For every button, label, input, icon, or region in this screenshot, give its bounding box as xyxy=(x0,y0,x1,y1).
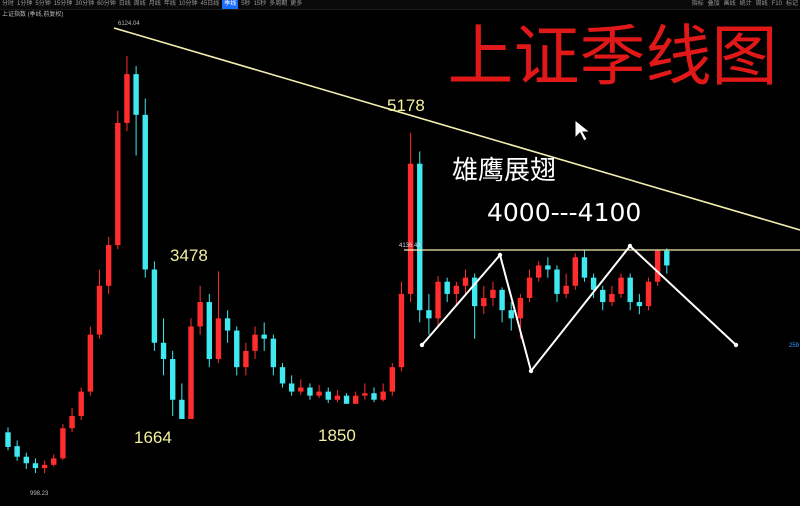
candle xyxy=(654,249,661,286)
candle xyxy=(526,269,533,303)
candle xyxy=(151,261,158,351)
candle xyxy=(545,257,551,278)
candle xyxy=(142,98,148,278)
candle xyxy=(325,387,331,403)
zigzag-point xyxy=(733,342,739,348)
candle xyxy=(334,389,341,403)
candle xyxy=(444,277,450,303)
mouse-cursor-icon xyxy=(574,118,592,142)
zigzag-point xyxy=(497,252,503,258)
candle xyxy=(69,407,75,433)
candle xyxy=(645,277,652,311)
candle xyxy=(536,261,542,282)
candle xyxy=(197,285,203,335)
candle xyxy=(5,427,11,451)
candle xyxy=(252,326,258,360)
candle xyxy=(362,383,368,400)
candle xyxy=(435,276,441,327)
candle xyxy=(343,393,350,404)
candle xyxy=(371,387,377,403)
peak-label-3478: 3478 xyxy=(170,246,208,265)
candle xyxy=(288,375,295,396)
eagle-wing-zigzag xyxy=(421,244,737,374)
zigzag-point xyxy=(528,368,534,374)
candle xyxy=(353,391,359,404)
candle xyxy=(600,285,606,311)
low-value-label: 998.23 xyxy=(30,491,49,497)
horizontal-line-label: 4136.48 xyxy=(399,243,421,249)
candle xyxy=(224,310,231,343)
candle xyxy=(636,293,643,315)
candle xyxy=(87,326,94,396)
candle xyxy=(609,285,615,307)
candle xyxy=(426,293,432,335)
candle xyxy=(14,440,20,461)
candle xyxy=(188,318,194,419)
peak-label-5178: 5178 xyxy=(387,96,425,115)
candle xyxy=(215,271,222,364)
candle xyxy=(398,281,405,372)
candle xyxy=(261,322,267,351)
candle xyxy=(234,326,240,376)
candle xyxy=(23,452,29,469)
candle xyxy=(380,383,386,402)
candle xyxy=(572,253,578,290)
candle xyxy=(179,383,185,419)
candle xyxy=(41,460,48,474)
candle xyxy=(32,458,39,473)
candle xyxy=(307,383,313,400)
zigzag-point xyxy=(627,243,633,249)
candle xyxy=(206,293,212,368)
candle xyxy=(462,269,469,294)
candle xyxy=(279,363,286,388)
candle xyxy=(627,273,633,311)
chart-title: 上证季线图 xyxy=(447,18,778,95)
candle xyxy=(499,287,505,323)
candle xyxy=(96,269,103,339)
candle xyxy=(51,454,57,467)
candle xyxy=(160,318,167,376)
candle xyxy=(417,151,423,323)
candle xyxy=(490,281,496,307)
candle xyxy=(60,424,66,460)
pattern-annotation: 雄鹰展翅 xyxy=(452,156,557,186)
candle xyxy=(115,110,121,250)
low-label-1850: 1850 xyxy=(318,426,356,445)
candle xyxy=(481,285,487,315)
candle xyxy=(581,250,588,282)
candle xyxy=(664,248,670,274)
right-axis-label: 259 xyxy=(789,343,800,349)
candle xyxy=(618,273,624,298)
candle xyxy=(243,342,249,376)
candle xyxy=(554,265,560,303)
candle xyxy=(270,334,277,376)
candle xyxy=(389,363,395,396)
high-value-label: 6124.04 xyxy=(118,21,140,27)
candle xyxy=(133,66,139,156)
candle xyxy=(170,350,176,417)
zigzag-point xyxy=(419,342,425,348)
range-annotation: 4000---4100 xyxy=(487,198,642,227)
low-label-1664: 1664 xyxy=(134,428,172,447)
candle xyxy=(316,385,322,399)
candle xyxy=(78,387,84,421)
candle xyxy=(105,236,112,294)
candle xyxy=(407,132,414,303)
candle xyxy=(563,273,569,298)
candle xyxy=(124,55,130,132)
candle xyxy=(298,379,304,395)
